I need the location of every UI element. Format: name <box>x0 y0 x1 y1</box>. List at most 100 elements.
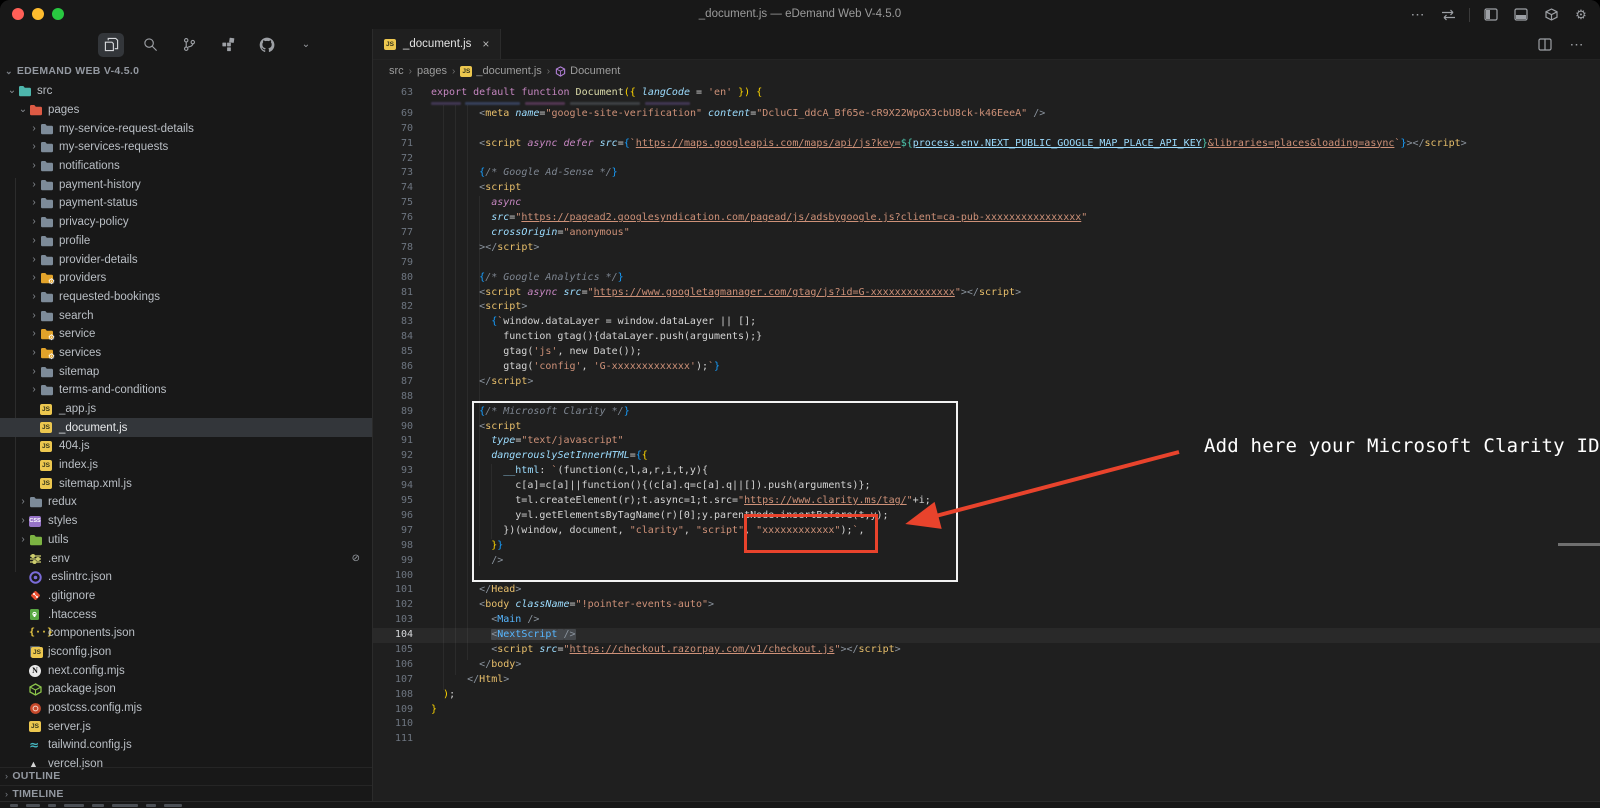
chevron-right-icon[interactable]: › <box>28 197 40 209</box>
tree-item-utils[interactable]: › utils <box>0 531 372 550</box>
sidebar-section-timeline[interactable]: › TIMELINE <box>0 784 372 803</box>
tree-item-sitemap-xml-js[interactable]: JS sitemap.xml.js <box>0 474 372 493</box>
code-line-75[interactable]: 75 async <box>373 196 1600 211</box>
settings-gear-icon[interactable]: ⚙ <box>1572 6 1590 24</box>
line-number[interactable]: 93 <box>373 464 413 479</box>
code-line-89[interactable]: 89 {/* Microsoft Clarity */} <box>373 405 1600 420</box>
layout-cube-icon[interactable] <box>1542 6 1560 24</box>
sync-arrows-icon[interactable] <box>1439 6 1457 24</box>
code-line-80[interactable]: 80 {/* Google Analytics */} <box>373 271 1600 286</box>
code-line-83[interactable]: 83 {`window.dataLayer = window.dataLayer… <box>373 315 1600 330</box>
tree-item--gitignore[interactable]: .gitignore <box>0 587 372 606</box>
line-number[interactable]: 91 <box>373 434 413 449</box>
line-number[interactable]: 107 <box>373 673 413 688</box>
line-number[interactable]: 74 <box>373 181 413 196</box>
line-number[interactable]: 86 <box>373 360 413 375</box>
line-number[interactable]: 70 <box>373 122 413 137</box>
tree-item-provider-details[interactable]: › provider-details <box>0 250 372 269</box>
tree-item-search[interactable]: › search <box>0 306 372 325</box>
line-number[interactable]: 76 <box>373 211 413 226</box>
tree-item-profile[interactable]: › profile <box>0 232 372 251</box>
line-number[interactable]: 105 <box>373 643 413 658</box>
line-number[interactable]: 111 <box>373 732 413 747</box>
code-line-82[interactable]: 82 <script> <box>373 300 1600 315</box>
tree-item--env[interactable]: .env ⊘ <box>0 549 372 568</box>
line-number[interactable]: 71 <box>373 137 413 152</box>
tree-item-privacy-policy[interactable]: › privacy-policy <box>0 213 372 232</box>
tree-item-src[interactable]: ⌄ src <box>0 82 372 101</box>
panel-left-icon[interactable] <box>1482 6 1500 24</box>
chevron-down-icon[interactable]: ⌄ <box>293 33 319 57</box>
explorer-section-header[interactable]: ⌄ EDEMAND WEB V-4.5.0 <box>0 62 372 80</box>
line-number[interactable]: 79 <box>373 256 413 271</box>
code-line-69[interactable]: 69 <meta name="google-site-verification"… <box>373 107 1600 122</box>
chevron-right-icon[interactable]: › <box>28 291 40 303</box>
chevron-right-icon[interactable]: › <box>17 515 29 527</box>
line-number[interactable]: 96 <box>373 509 413 524</box>
breadcrumb-item-document[interactable]: Document <box>555 65 620 77</box>
line-number[interactable]: 85 <box>373 345 413 360</box>
code-line-76[interactable]: 76 src="https://pagead2.googlesyndicatio… <box>373 211 1600 226</box>
code-editor[interactable]: 63 export default function Document({ lan… <box>373 84 1600 802</box>
tree-item-server-js[interactable]: JS server.js <box>0 717 372 736</box>
tree-item-next-config-mjs[interactable]: Nnext.config.mjs <box>0 661 372 680</box>
code-line-107[interactable]: 107 </Html> <box>373 673 1600 688</box>
chevron-right-icon[interactable]: › <box>28 254 40 266</box>
line-number[interactable]: 102 <box>373 598 413 613</box>
tree-item-components-json[interactable]: {··} components.json <box>0 624 372 643</box>
breadcrumb-item--document-js[interactable]: JS _document.js <box>460 65 542 77</box>
line-number[interactable]: 100 <box>373 569 413 584</box>
code-line-99[interactable]: 99 /> <box>373 554 1600 569</box>
tree-item--document-js[interactable]: JS _document.js <box>0 418 372 438</box>
line-number[interactable]: 90 <box>373 420 413 435</box>
code-line-104[interactable]: 104 <NextScript /> <box>373 628 1600 643</box>
line-number[interactable]: 69 <box>373 107 413 122</box>
tree-item-terms-and-conditions[interactable]: › terms-and-conditions <box>0 381 372 400</box>
tree-item-sitemap[interactable]: › sitemap <box>0 362 372 381</box>
code-line-72[interactable]: 72 <box>373 152 1600 167</box>
sidebar-section-outline[interactable]: › OUTLINE <box>0 767 372 785</box>
code-line-96[interactable]: 96 y=l.getElementsByTagName(r)[0];y.pare… <box>373 509 1600 524</box>
line-number[interactable]: 94 <box>373 479 413 494</box>
code-line-71[interactable]: 71 <script async defer src={`https://map… <box>373 137 1600 152</box>
tree-item-postcss-config-mjs[interactable]: postcss.config.mjs <box>0 699 372 718</box>
github-icon[interactable] <box>254 33 280 57</box>
line-number[interactable]: 95 <box>373 494 413 509</box>
code-line-98[interactable]: 98 }} <box>373 539 1600 554</box>
code-line-95[interactable]: 95 t=l.createElement(r);t.async=1;t.src=… <box>373 494 1600 509</box>
line-number[interactable]: 83 <box>373 315 413 330</box>
ellipsis-icon[interactable]: ⋯ <box>1409 6 1427 24</box>
code-line-105[interactable]: 105 <script src="https://checkout.razorp… <box>373 643 1600 658</box>
close-tab-icon[interactable]: × <box>482 37 489 51</box>
code-line-100[interactable]: 100 <box>373 569 1600 584</box>
line-number[interactable]: 73 <box>373 166 413 181</box>
chevron-right-icon[interactable]: › <box>28 366 40 378</box>
code-line-101[interactable]: 101 </Head> <box>373 583 1600 598</box>
tree-item-404-js[interactable]: JS 404.js <box>0 437 372 456</box>
code-line-110[interactable]: 110 <box>373 717 1600 732</box>
line-number[interactable]: 78 <box>373 241 413 256</box>
breadcrumb-item-pages[interactable]: pages <box>417 65 447 77</box>
code-line-97[interactable]: 97 })(window, document, "clarity", "scri… <box>373 524 1600 539</box>
chevron-right-icon[interactable]: › <box>28 123 40 135</box>
explorer-icon[interactable] <box>98 32 124 57</box>
line-number[interactable]: 92 <box>373 449 413 464</box>
tree-item-pages[interactable]: ⌄ pages <box>0 101 372 120</box>
line-number[interactable]: 88 <box>373 390 413 405</box>
chevron-down-icon[interactable]: ⌄ <box>17 104 29 116</box>
code-line-77[interactable]: 77 crossOrigin="anonymous" <box>373 226 1600 241</box>
code-line-86[interactable]: 86 gtag('config', 'G-xxxxxxxxxxxxx');`} <box>373 360 1600 375</box>
chevron-right-icon[interactable]: › <box>28 347 40 359</box>
code-line-111[interactable]: 111 <box>373 732 1600 747</box>
tree-item--app-js[interactable]: JS _app.js <box>0 400 372 419</box>
code-line-93[interactable]: 93 __html: `(function(c,l,a,r,i,t,y){ <box>373 464 1600 479</box>
tree-item-providers[interactable]: › ⚙ providers <box>0 269 372 288</box>
code-line-102[interactable]: 102 <body className="!pointer-events-aut… <box>373 598 1600 613</box>
tree-item-services[interactable]: › ⚙ services <box>0 344 372 363</box>
line-number[interactable]: 89 <box>373 405 413 420</box>
line-number[interactable]: 97 <box>373 524 413 539</box>
code-line-78[interactable]: 78 ></script> <box>373 241 1600 256</box>
search-icon[interactable] <box>137 33 163 57</box>
chevron-right-icon[interactable]: › <box>28 179 40 191</box>
code-line-81[interactable]: 81 <script async src="https://www.google… <box>373 286 1600 301</box>
